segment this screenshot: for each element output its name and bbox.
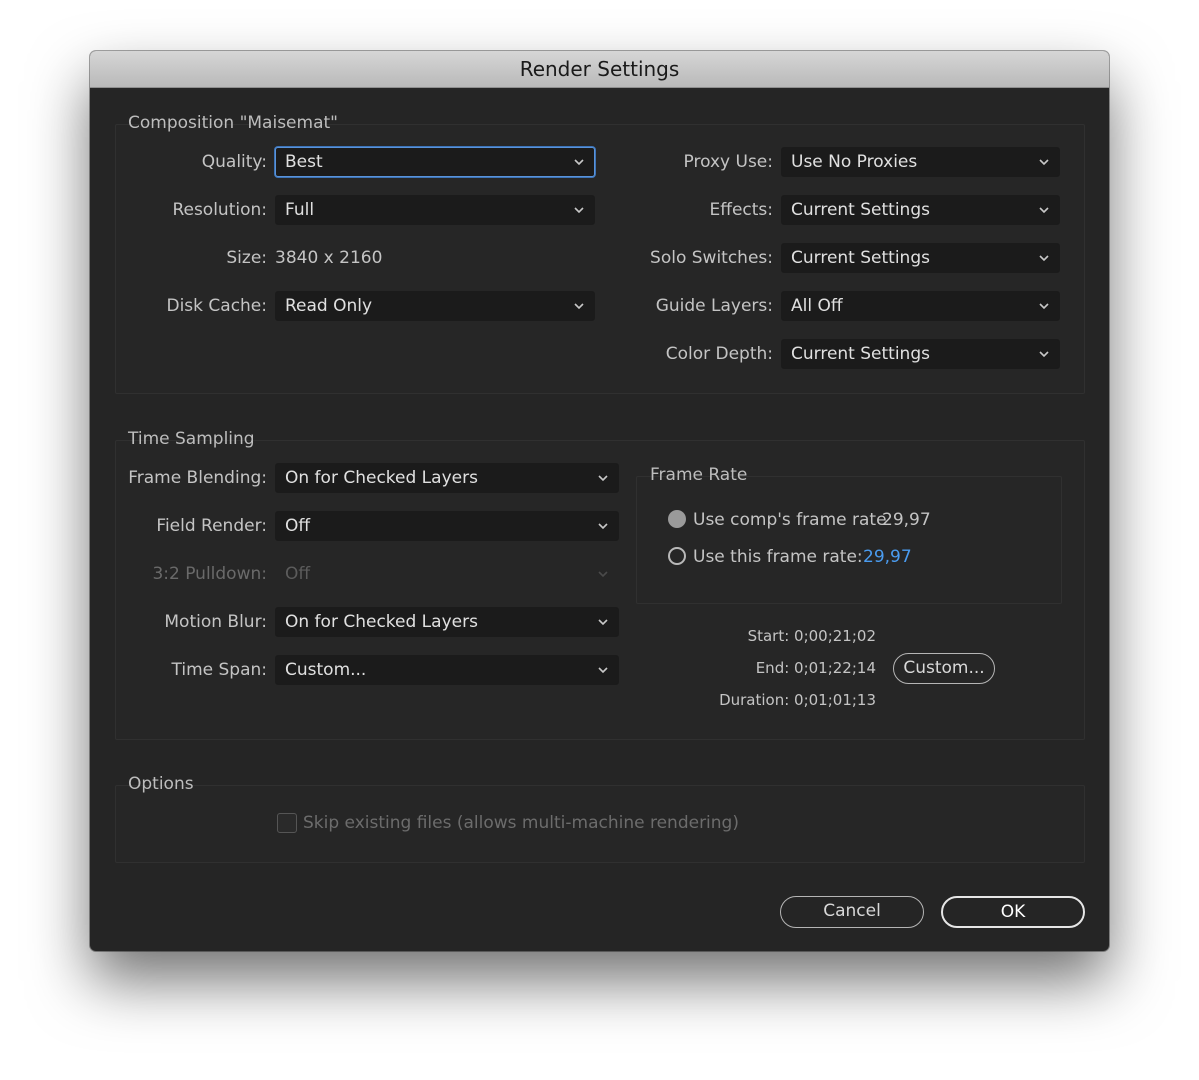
frame-rate-group-title: Frame Rate <box>650 465 748 485</box>
chevron-down-icon <box>573 204 585 216</box>
size-label: Size: <box>226 248 267 268</box>
guide-layers-value: All Off <box>791 296 843 316</box>
resolution-label: Resolution: <box>172 200 267 220</box>
pulldown-label: 3:2 Pulldown: <box>152 564 267 584</box>
time-sampling-group-title: Time Sampling <box>128 429 255 449</box>
quality-label: Quality: <box>201 152 267 172</box>
chevron-down-icon <box>573 300 585 312</box>
time-span-label: Time Span: <box>171 660 267 680</box>
resolution-value: Full <box>285 200 315 220</box>
effects-dropdown[interactable]: Current Settings <box>781 195 1060 225</box>
chevron-down-icon <box>597 520 609 532</box>
disk-cache-value: Read Only <box>285 296 373 316</box>
chevron-down-icon <box>597 664 609 676</box>
chevron-down-icon <box>1038 204 1050 216</box>
disk-cache-dropdown[interactable]: Read Only <box>275 291 595 321</box>
motion-blur-dropdown[interactable]: On for Checked Layers <box>275 607 619 637</box>
skip-existing-checkbox[interactable] <box>277 813 297 833</box>
proxy-use-dropdown[interactable]: Use No Proxies <box>781 147 1060 177</box>
time-span-value: Custom... <box>285 660 367 680</box>
use-this-frame-rate-label: Use this frame rate: <box>693 547 863 567</box>
frame-blending-dropdown[interactable]: On for Checked Layers <box>275 463 619 493</box>
use-this-frame-rate-radio[interactable]: Use this frame rate: <box>668 546 863 568</box>
field-render-dropdown[interactable]: Off <box>275 511 619 541</box>
color-depth-value: Current Settings <box>791 344 930 364</box>
chevron-down-icon <box>1038 348 1050 360</box>
frame-rate-input[interactable]: 29,97 <box>863 546 912 568</box>
chevron-down-icon <box>597 568 609 580</box>
radio-unselected-icon <box>668 547 686 565</box>
solo-switches-label: Solo Switches: <box>650 248 773 268</box>
proxy-use-label: Proxy Use: <box>683 152 773 172</box>
chevron-down-icon <box>1038 252 1050 264</box>
use-comp-frame-rate-radio[interactable]: Use comp's frame rate 29,97 <box>668 509 968 531</box>
color-depth-dropdown[interactable]: Current Settings <box>781 339 1060 369</box>
chevron-down-icon <box>573 156 585 168</box>
quality-value: Best <box>285 152 323 172</box>
ok-button[interactable]: OK <box>941 896 1085 928</box>
size-value: 3840 x 2160 <box>275 248 383 268</box>
frame-rate-group <box>636 476 1062 604</box>
guide-layers-label: Guide Layers: <box>655 296 773 316</box>
chevron-down-icon <box>597 616 609 628</box>
chevron-down-icon <box>1038 300 1050 312</box>
use-comp-frame-rate-label: Use comp's frame rate <box>693 510 887 530</box>
custom-time-span-button[interactable]: Custom... <box>893 653 995 684</box>
pulldown-value: Off <box>285 564 311 584</box>
quality-dropdown[interactable]: Best <box>275 147 595 177</box>
frame-blending-label: Frame Blending: <box>128 468 267 488</box>
render-settings-dialog: Render Settings Composition "Maisemat" Q… <box>90 51 1109 951</box>
skip-existing-label: Skip existing files (allows multi-machin… <box>303 813 739 833</box>
cancel-button[interactable]: Cancel <box>780 896 924 928</box>
resolution-dropdown[interactable]: Full <box>275 195 595 225</box>
field-render-value: Off <box>285 516 311 536</box>
window-title: Render Settings <box>90 51 1109 88</box>
effects-label: Effects: <box>709 200 773 220</box>
radio-selected-icon <box>668 510 686 528</box>
disk-cache-label: Disk Cache: <box>166 296 267 316</box>
motion-blur-value: On for Checked Layers <box>285 612 478 632</box>
use-comp-frame-rate-value: 29,97 <box>882 510 931 530</box>
motion-blur-label: Motion Blur: <box>164 612 267 632</box>
time-span-dropdown[interactable]: Custom... <box>275 655 619 685</box>
composition-group-title: Composition "Maisemat" <box>128 113 338 133</box>
start-time: Start: 0;00;21;02 <box>747 627 876 645</box>
proxy-use-value: Use No Proxies <box>791 152 918 172</box>
end-time: End: 0;01;22;14 <box>755 659 876 677</box>
color-depth-label: Color Depth: <box>665 344 773 364</box>
solo-switches-value: Current Settings <box>791 248 930 268</box>
solo-switches-dropdown[interactable]: Current Settings <box>781 243 1060 273</box>
chevron-down-icon <box>1038 156 1050 168</box>
pulldown-dropdown: Off <box>275 559 619 589</box>
options-group-title: Options <box>128 774 194 794</box>
duration-time: Duration: 0;01;01;13 <box>719 691 876 709</box>
frame-blending-value: On for Checked Layers <box>285 468 478 488</box>
field-render-label: Field Render: <box>156 516 267 536</box>
guide-layers-dropdown[interactable]: All Off <box>781 291 1060 321</box>
effects-value: Current Settings <box>791 200 930 220</box>
chevron-down-icon <box>597 472 609 484</box>
